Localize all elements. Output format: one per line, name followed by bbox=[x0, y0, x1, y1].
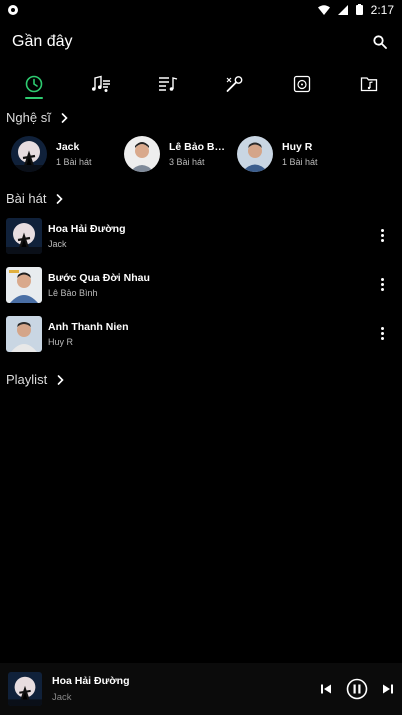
playlist-section-header[interactable]: Playlist bbox=[6, 372, 64, 387]
album-icon bbox=[293, 75, 310, 93]
playlist-icon bbox=[158, 77, 177, 91]
microphone-icon bbox=[226, 76, 242, 92]
tab-songs[interactable] bbox=[67, 65, 134, 103]
tab-albums[interactable] bbox=[268, 65, 335, 103]
battery-icon bbox=[355, 4, 363, 15]
song-title: Anh Thanh Nien bbox=[48, 320, 129, 333]
skip-next-icon bbox=[383, 684, 393, 694]
artist-name: Jack bbox=[56, 141, 80, 153]
artist-item[interactable]: Jack 1 Bài hát bbox=[0, 131, 113, 177]
pause-button[interactable] bbox=[346, 678, 368, 700]
status-time: 2:17 bbox=[370, 2, 394, 17]
tab-playlists[interactable] bbox=[134, 65, 201, 103]
chevron-right-icon bbox=[61, 112, 68, 123]
song-item[interactable]: Anh Thanh Nien Huy R bbox=[0, 309, 402, 358]
songs-list: Hoa Hải Đường Jack Bước Qua Đời Nhau Lê … bbox=[0, 211, 402, 358]
avatar bbox=[237, 136, 273, 172]
now-playing-thumbnail bbox=[8, 672, 42, 706]
more-options-button[interactable] bbox=[370, 322, 394, 346]
playlist-section-title: Playlist bbox=[6, 372, 48, 387]
artist-song-count: 3 Bài hát bbox=[169, 157, 205, 167]
song-item[interactable]: Bước Qua Đời Nhau Lê Bảo Bình bbox=[0, 260, 402, 309]
app-header: Gần đây bbox=[0, 19, 402, 65]
more-vert-icon bbox=[380, 327, 384, 340]
avatar bbox=[11, 136, 47, 172]
artist-item[interactable]: Lê Bảo Bình 3 Bài hát bbox=[113, 131, 227, 177]
now-playing-title: Hoa Hải Đường bbox=[52, 675, 130, 687]
song-item[interactable]: Hoa Hải Đường Jack bbox=[0, 211, 402, 260]
more-options-button[interactable] bbox=[370, 273, 394, 297]
song-artist: Jack bbox=[48, 238, 67, 249]
artists-section-title: Nghệ sĩ bbox=[6, 110, 51, 125]
songs-section-header[interactable]: Bài hát bbox=[6, 191, 64, 206]
artist-name: Huy R bbox=[282, 141, 313, 153]
now-playing-artist: Jack bbox=[52, 692, 72, 703]
skip-previous-icon bbox=[321, 684, 331, 694]
signal-icon bbox=[337, 4, 348, 15]
status-bar: 2:17 bbox=[0, 0, 402, 19]
artists-list: Jack 1 Bài hát Lê Bảo Bình 3 Bài hát Huy… bbox=[0, 131, 402, 177]
artists-section-header[interactable]: Nghệ sĩ bbox=[6, 110, 68, 125]
next-button[interactable] bbox=[382, 683, 394, 695]
page-title: Gần đây bbox=[12, 33, 73, 50]
artist-song-count: 1 Bài hát bbox=[56, 157, 92, 167]
artist-song-count: 1 Bài hát bbox=[282, 157, 318, 167]
music-notes-icon bbox=[91, 75, 110, 92]
song-title: Bước Qua Đời Nhau bbox=[48, 271, 150, 284]
search-button[interactable] bbox=[370, 32, 390, 52]
songs-section-title: Bài hát bbox=[6, 191, 47, 206]
song-thumbnail bbox=[6, 315, 42, 352]
search-icon bbox=[373, 35, 387, 49]
more-vert-icon bbox=[380, 278, 384, 291]
music-folder-icon bbox=[360, 77, 377, 92]
avatar bbox=[124, 136, 160, 172]
chevron-right-icon bbox=[57, 193, 64, 204]
artist-item[interactable]: Huy R 1 Bài hát bbox=[226, 131, 339, 177]
song-artist: Huy R bbox=[48, 336, 74, 347]
more-options-button[interactable] bbox=[370, 224, 394, 248]
tab-folders[interactable] bbox=[335, 65, 402, 103]
chevron-right-icon bbox=[57, 374, 64, 385]
song-title: Hoa Hải Đường bbox=[48, 222, 126, 235]
tab-bar bbox=[0, 65, 402, 103]
pause-circle-icon bbox=[346, 678, 368, 700]
song-thumbnail bbox=[6, 266, 42, 303]
wifi-icon bbox=[317, 4, 330, 15]
tab-artists[interactable] bbox=[201, 65, 268, 103]
notification-icon bbox=[8, 4, 18, 15]
tab-recent[interactable] bbox=[0, 65, 67, 103]
more-vert-icon bbox=[380, 229, 384, 242]
song-artist: Lê Bảo Bình bbox=[48, 287, 98, 298]
previous-button[interactable] bbox=[320, 683, 332, 695]
mini-player[interactable]: Hoa Hải Đường Jack bbox=[0, 663, 402, 715]
song-thumbnail bbox=[6, 217, 42, 254]
artist-name: Lê Bảo Bình bbox=[169, 141, 227, 153]
recent-clock-icon bbox=[25, 75, 42, 93]
